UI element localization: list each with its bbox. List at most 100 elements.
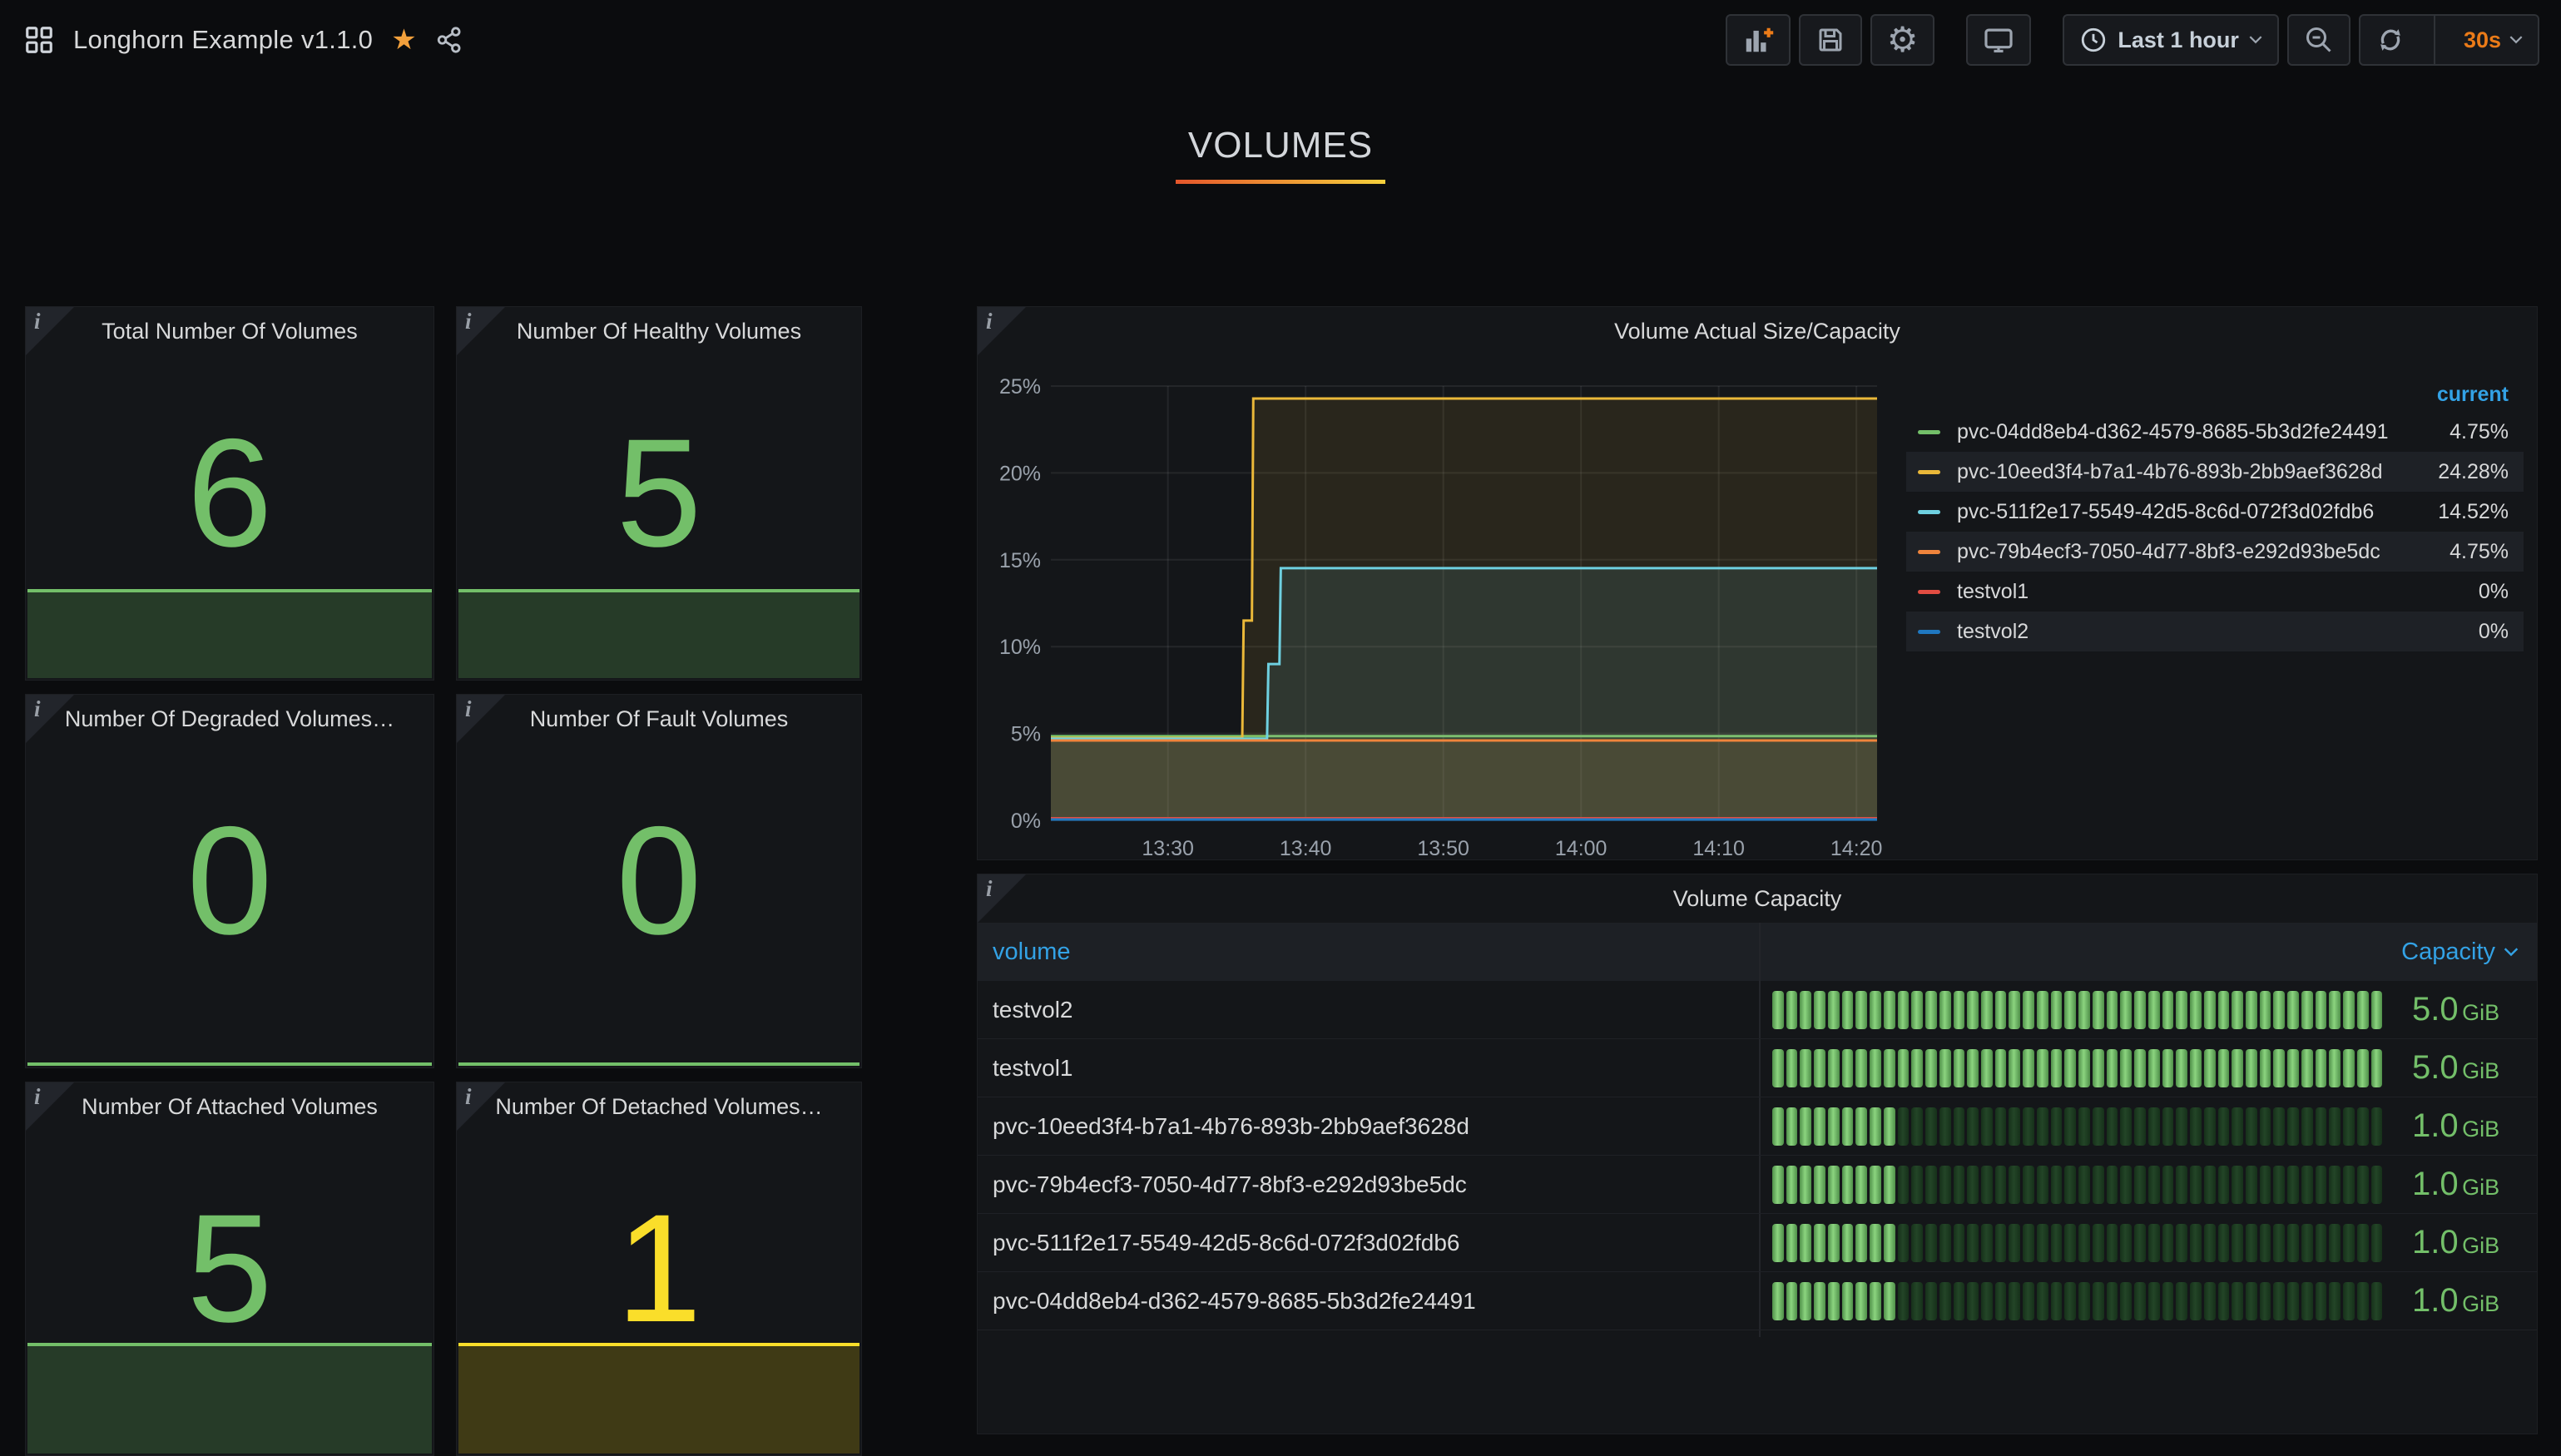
gauge-segment <box>1828 1107 1840 1146</box>
gauge-segment <box>1800 1166 1811 1204</box>
gauge-segment <box>2023 1166 2034 1204</box>
gauge-segment <box>1870 1107 1881 1146</box>
legend-series-name[interactable]: testvol2 <box>1957 620 2028 644</box>
gauge-segment <box>2093 1049 2104 1087</box>
gauge-segment <box>1954 1282 1965 1320</box>
time-range-picker[interactable]: Last 1 hour <box>2063 14 2279 66</box>
gauge-segment <box>1939 1107 1951 1146</box>
legend-series-name[interactable]: pvc-511f2e17-5549-42d5-8c6d-072f3d02fdb6 <box>1957 500 2374 524</box>
gauge-segment <box>2357 1107 2369 1146</box>
row-title[interactable]: VOLUMES <box>0 125 2561 166</box>
gauge-segment <box>2273 1166 2285 1204</box>
share-icon[interactable] <box>435 26 463 54</box>
tv-cycle-button[interactable] <box>1966 14 2031 66</box>
gauge-segment <box>2078 1107 2090 1146</box>
gauge-segment <box>2078 1166 2090 1204</box>
gauge-segment <box>1911 1049 1923 1087</box>
chevron-down-icon <box>2509 36 2523 44</box>
gauge-segment <box>2260 1224 2271 1262</box>
gauge-segment <box>2176 1049 2187 1087</box>
gauge-segment <box>2218 1107 2230 1146</box>
column-header-volume[interactable]: volume <box>978 938 1071 966</box>
gauge-segment <box>1884 1282 1895 1320</box>
gauge-segment <box>2316 1107 2327 1146</box>
gauge-segment <box>2316 1049 2327 1087</box>
gauge-segment <box>2093 1282 2104 1320</box>
legend-row: pvc-04dd8eb4-d362-4579-8685-5b3d2fe24491… <box>1906 412 2524 452</box>
gauge-segment <box>1981 1282 1993 1320</box>
gauge-segment <box>2204 1107 2216 1146</box>
gauge-segment <box>1814 1166 1825 1204</box>
stat-sparkline <box>458 1062 859 1066</box>
gauge-segment <box>2301 1224 2313 1262</box>
gauge-segment <box>2246 1107 2257 1146</box>
capacity-unit: GiB <box>2462 1000 2499 1025</box>
legend-swatch <box>1918 630 1940 634</box>
gauge-segment <box>2134 1107 2146 1146</box>
panel-title[interactable]: Volume Capacity <box>978 886 2537 912</box>
gauge-segment <box>2051 1107 2063 1146</box>
gauge-segment <box>1855 1224 1867 1262</box>
chevron-down-icon <box>2249 36 2262 44</box>
gauge-segment <box>1925 1224 1937 1262</box>
gauge-segment <box>2371 1282 2383 1320</box>
gauge-segment <box>2273 1107 2285 1146</box>
gauge-segment <box>1898 991 1910 1029</box>
gauge-segment <box>2064 991 2076 1029</box>
refresh-interval-picker[interactable]: 30s <box>2449 16 2538 64</box>
gauge-segment <box>1898 1224 1910 1262</box>
legend-series-name[interactable]: pvc-79b4ecf3-7050-4d77-8bf3-e292d93be5dc <box>1957 540 2380 564</box>
gauge-segment <box>2204 1224 2216 1262</box>
gauge-segment <box>1786 1049 1798 1087</box>
refresh-button[interactable] <box>2360 16 2420 64</box>
gauge-segment <box>1870 1166 1881 1204</box>
gauge-segment <box>1911 991 1923 1029</box>
dashboard-title[interactable]: Longhorn Example v1.1.0 <box>73 25 373 55</box>
gauge-segment <box>1786 1282 1798 1320</box>
gauge-segment <box>2329 1049 2341 1087</box>
gauge-segment <box>2051 1224 2063 1262</box>
gauge-segment <box>1855 1107 1867 1146</box>
legend-current-header[interactable]: current <box>1906 377 2524 412</box>
legend-series-name[interactable]: testvol1 <box>1957 580 2028 604</box>
gauge-segment <box>2148 1282 2160 1320</box>
gauge-segment <box>2120 1166 2132 1204</box>
gauge-segment <box>1842 1224 1854 1262</box>
gauge-segment <box>1855 991 1867 1029</box>
favorite-star-icon[interactable]: ★ <box>391 26 416 54</box>
column-header-capacity[interactable]: Capacity <box>2401 938 2537 966</box>
gauge-segment <box>2260 1166 2271 1204</box>
gauge-segment <box>2107 1049 2118 1087</box>
svg-text:13:30: 13:30 <box>1142 837 1194 860</box>
table-row: testvol25.0 GiB <box>978 981 2537 1039</box>
save-dashboard-button[interactable] <box>1799 14 1862 66</box>
legend-series-name[interactable]: pvc-10eed3f4-b7a1-4b76-893b-2bb9aef3628d <box>1957 460 2383 484</box>
dashboard-settings-button[interactable]: ⚙ <box>1870 14 1935 66</box>
capacity-unit: GiB <box>2462 1117 2499 1142</box>
gauge-segment <box>1925 1049 1937 1087</box>
dashboard-grid-icon[interactable] <box>23 24 55 56</box>
gauge-segment <box>2051 991 2063 1029</box>
capacity-number: 1.0 <box>2412 1107 2459 1144</box>
add-panel-button[interactable] <box>1726 14 1791 66</box>
gauge-segment <box>2273 991 2285 1029</box>
gauge-segment <box>1911 1166 1923 1204</box>
gauge-segment <box>2204 1166 2216 1204</box>
capacity-value-cell: 1.0 GiB <box>2412 1107 2499 1145</box>
stat-panel: iNumber Of Attached Volumes5 <box>25 1082 434 1456</box>
gauge-segment <box>1939 1049 1951 1087</box>
gauge-segment <box>1911 1107 1923 1146</box>
legend-current-value: 0% <box>2479 580 2509 604</box>
gauge-segment <box>2343 1224 2355 1262</box>
gauge-segment <box>1939 1166 1951 1204</box>
gauge-segment <box>1898 1282 1910 1320</box>
gauge-segment <box>2107 1107 2118 1146</box>
gauge-segment <box>2064 1049 2076 1087</box>
gauge-segment <box>2301 1049 2313 1087</box>
legend-series-name[interactable]: pvc-04dd8eb4-d362-4579-8685-5b3d2fe24491 <box>1957 420 2389 444</box>
gauge-segment <box>1884 1107 1895 1146</box>
capacity-gauge <box>1772 1049 2382 1087</box>
zoom-out-button[interactable] <box>2287 14 2350 66</box>
gauge-segment <box>2371 1107 2383 1146</box>
gauge-segment <box>2009 991 2020 1029</box>
